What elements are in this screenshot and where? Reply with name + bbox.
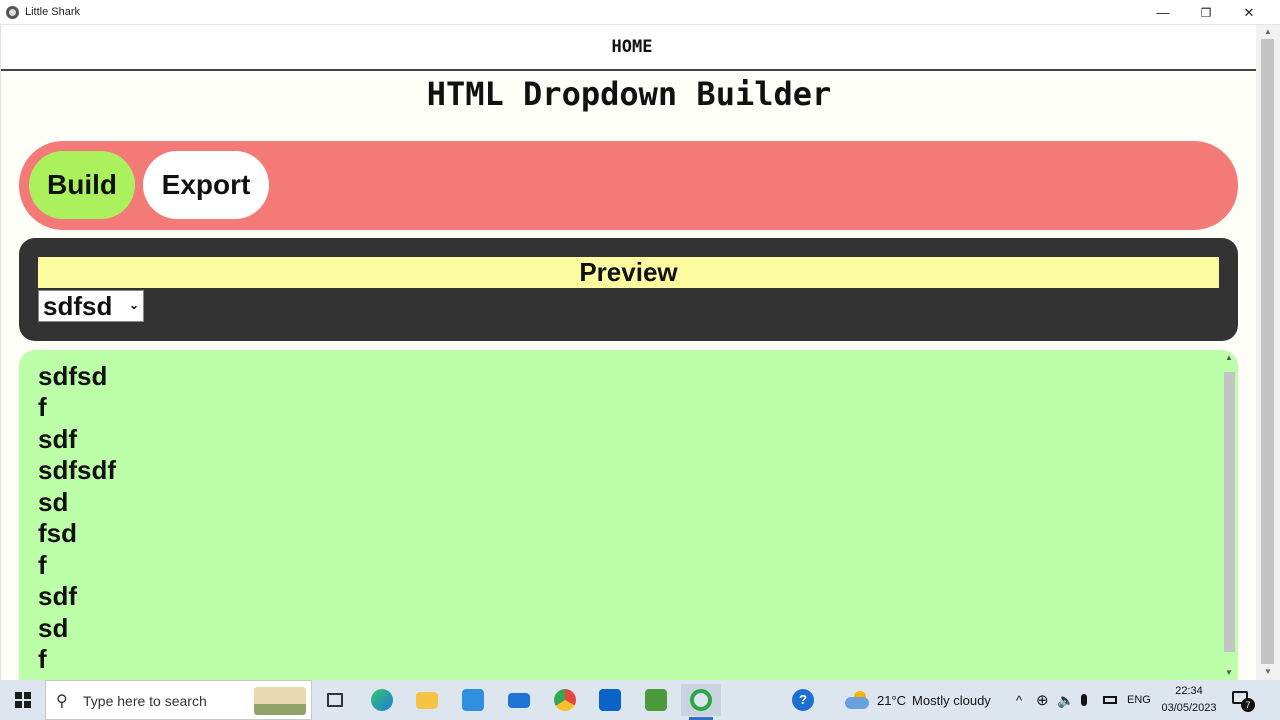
editor-icon[interactable] — [636, 684, 676, 716]
notifications-icon[interactable]: 7 — [1229, 688, 1255, 712]
start-button[interactable] — [0, 680, 45, 720]
app-icon — [6, 6, 19, 19]
restore-button[interactable]: ❐ — [1185, 0, 1227, 25]
option-item: sd — [38, 613, 69, 643]
notification-count: 7 — [1241, 698, 1255, 712]
option-item: fsd — [38, 518, 77, 548]
preview-dropdown-value: sdfsd — [43, 290, 113, 321]
microphone-icon[interactable] — [1081, 680, 1087, 720]
option-item: sdfsdf — [38, 455, 116, 485]
minimize-button[interactable]: — — [1142, 0, 1184, 25]
page-scroll-thumb[interactable] — [1261, 39, 1274, 664]
taskbar: ⚲ Type here to search ? 21°C Mostly clou… — [0, 680, 1280, 720]
clock-date: 03/05/2023 — [1161, 702, 1217, 714]
preview-heading: Preview — [38, 257, 1219, 288]
outlook-icon[interactable] — [590, 684, 630, 716]
preview-dropdown[interactable]: sdfsd ⌄ — [38, 290, 144, 322]
scroll-up-icon[interactable]: ▲ — [1225, 353, 1233, 362]
search-placeholder: Type here to search — [83, 693, 207, 709]
navbar: HOME — [1, 25, 1256, 71]
window-titlebar: Little Shark — ❐ ✕ — [0, 0, 1280, 25]
tab-bar: Build Export — [19, 141, 1238, 230]
weather-condition: Mostly cloudy — [912, 692, 991, 708]
page-scrollbar[interactable]: ▲ ▼ — [1256, 25, 1280, 680]
file-explorer-icon[interactable] — [407, 684, 447, 716]
tab-build[interactable]: Build — [29, 151, 135, 219]
option-item: sdf — [38, 424, 77, 454]
close-button[interactable]: ✕ — [1228, 0, 1270, 25]
network-icon[interactable]: ⊕ — [1036, 680, 1049, 720]
language-indicator[interactable]: ENG — [1127, 680, 1151, 720]
clock[interactable]: 22:34 03/05/2023 — [1156, 683, 1222, 717]
page-scroll-up-icon[interactable]: ▲ — [1264, 27, 1272, 36]
task-view-icon[interactable] — [315, 684, 355, 716]
page-title: HTML Dropdown Builder — [426, 75, 832, 113]
battery-icon[interactable] — [1103, 680, 1117, 720]
little-shark-icon[interactable] — [681, 684, 721, 720]
page-scroll-down-icon[interactable]: ▼ — [1264, 667, 1272, 676]
option-item: f — [38, 392, 47, 422]
option-item: f — [38, 550, 47, 580]
nav-home-link[interactable]: HOME — [1, 37, 1256, 57]
weather-widget[interactable]: 21°C Mostly cloudy — [845, 680, 991, 720]
options-scroll-thumb[interactable] — [1224, 372, 1235, 652]
option-item: sd — [38, 487, 69, 517]
windows-icon — [14, 692, 31, 708]
partly-cloudy-icon — [845, 691, 871, 709]
tab-export[interactable]: Export — [143, 151, 269, 219]
mail-icon[interactable] — [499, 684, 539, 716]
help-icon[interactable]: ? — [792, 680, 814, 720]
options-list[interactable]: sdfsd f sdf sdfsdf sd fsd f sdf sd f ▲ ▼ — [19, 350, 1238, 680]
scroll-down-icon[interactable]: ▼ — [1225, 668, 1233, 677]
search-icon: ⚲ — [56, 693, 68, 710]
preview-panel: Preview sdfsd ⌄ — [19, 238, 1238, 341]
option-item: f — [38, 644, 47, 674]
page-content: HOME HTML Dropdown Builder Build Export … — [0, 25, 1256, 680]
option-item: sdf — [38, 581, 77, 611]
search-highlight-image — [254, 687, 306, 715]
edge-icon[interactable] — [362, 684, 402, 716]
store-icon[interactable] — [453, 684, 493, 716]
weather-temp: 21°C — [877, 692, 907, 708]
clock-time: 22:34 — [1175, 685, 1203, 697]
chevron-down-icon: ⌄ — [128, 298, 139, 312]
volume-icon[interactable]: 🔈 — [1057, 680, 1074, 720]
window-title: Little Shark — [25, 6, 81, 18]
chevron-up-icon[interactable]: ^ — [1016, 680, 1022, 720]
taskbar-search[interactable]: ⚲ Type here to search — [45, 680, 312, 720]
options-scrollbar[interactable]: ▲ ▼ — [1222, 350, 1238, 680]
chrome-icon[interactable] — [545, 684, 585, 716]
option-item: sdfsd — [38, 361, 108, 391]
